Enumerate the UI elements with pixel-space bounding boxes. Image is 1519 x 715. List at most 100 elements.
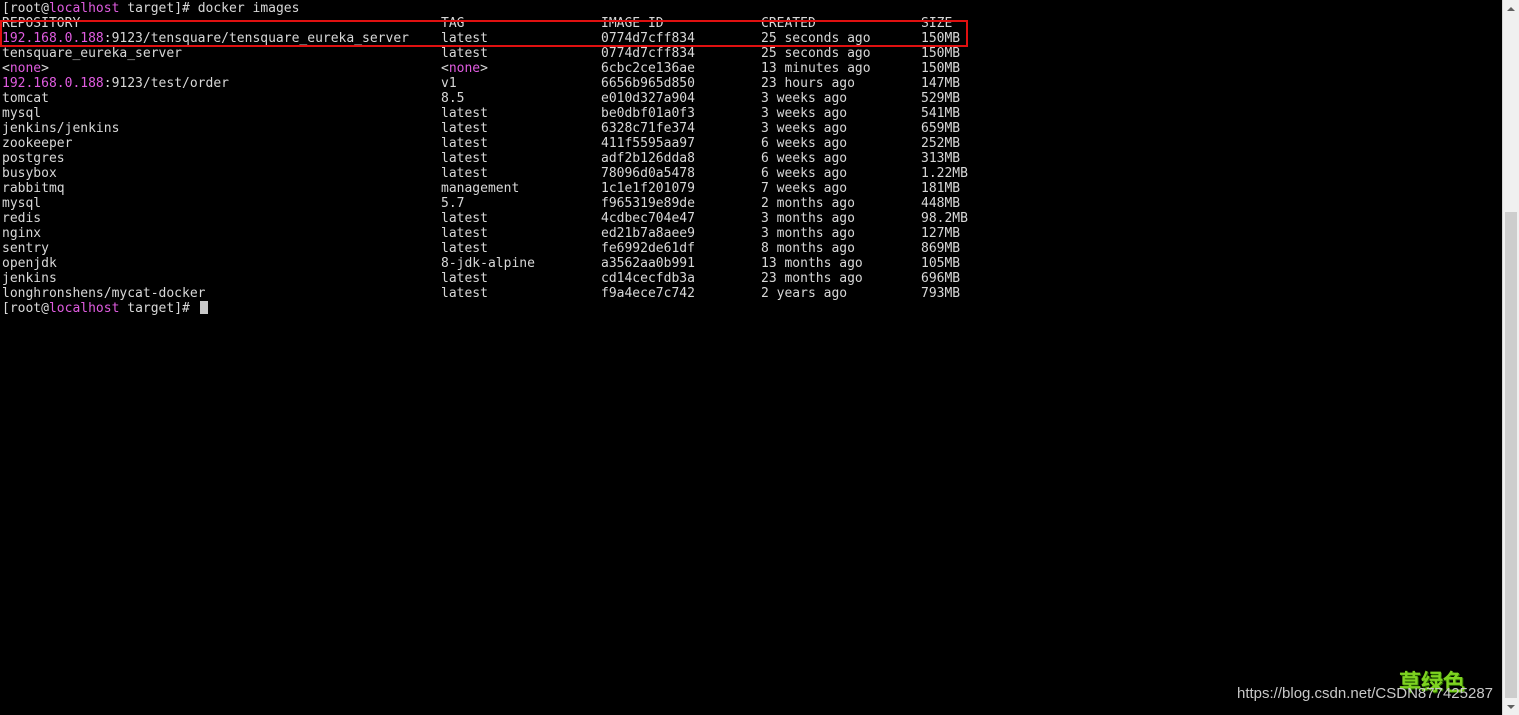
- size-cell: 529MB: [921, 91, 961, 106]
- size-cell: 147MB: [921, 76, 961, 91]
- table-row: mysql 5.7 f965319e89de 2 months ago 448M…: [2, 196, 960, 211]
- angle-close: >: [41, 61, 49, 76]
- tag-cell: latest: [441, 106, 488, 121]
- created-cell: 6 weeks ago: [761, 151, 848, 166]
- repository-cell: sentry: [2, 241, 49, 256]
- repository-path: openjdk: [2, 256, 57, 271]
- table-row: jenkins/jenkins latest 6328c71fe374 3 we…: [2, 121, 960, 136]
- size-cell: 150MB: [921, 46, 961, 61]
- tag-cell: latest: [441, 226, 488, 241]
- table-row: jenkins latest cd14cecfdb3a 23 months ag…: [2, 271, 960, 286]
- prompt-user: [root@: [2, 1, 49, 16]
- created-cell: 13 months ago: [761, 256, 863, 271]
- prompt-host: localhost: [48, 1, 120, 16]
- prompt-host: localhost: [48, 301, 120, 316]
- image-id-cell: 1c1e1f201079: [601, 181, 695, 196]
- created-cell: 25 seconds ago: [761, 46, 871, 61]
- size-cell: 541MB: [921, 106, 961, 121]
- tag-cell: 8-jdk-alpine: [441, 256, 535, 271]
- repository-path: tomcat: [2, 91, 49, 106]
- tag-cell: v1: [441, 76, 457, 91]
- repository-cell: busybox: [2, 166, 57, 181]
- table-row: postgres latest adf2b126dda8 6 weeks ago…: [2, 151, 960, 166]
- prompt-line[interactable]: [root@localhost target]#: [2, 301, 208, 316]
- table-row: busybox latest 78096d0a5478 6 weeks ago …: [2, 166, 968, 181]
- size-cell: 127MB: [921, 226, 961, 241]
- image-id-cell: adf2b126dda8: [601, 151, 695, 166]
- table-row: sentry latest fe6992de61df 8 months ago …: [2, 241, 960, 256]
- created-cell: 2 months ago: [761, 196, 855, 211]
- created-cell: 3 weeks ago: [761, 91, 848, 106]
- created-cell: 8 months ago: [761, 241, 855, 256]
- image-id-cell: fe6992de61df: [601, 241, 695, 256]
- size-cell: 448MB: [921, 196, 961, 211]
- tag-cell: 8.5: [441, 91, 465, 106]
- repository-cell: tensquare_eureka_server: [2, 46, 182, 61]
- text-cursor: [199, 301, 208, 314]
- size-cell: 98.2MB: [921, 211, 968, 226]
- size-cell: 313MB: [921, 151, 961, 166]
- repository-cell: redis: [2, 211, 41, 226]
- table-row: openjdk 8-jdk-alpine a3562aa0b991 13 mon…: [2, 256, 960, 271]
- repository-cell: rabbitmq: [2, 181, 65, 196]
- repository-cell: postgres: [2, 151, 65, 166]
- vertical-scrollbar[interactable]: [1502, 0, 1519, 715]
- created-cell: 7 weeks ago: [761, 181, 848, 196]
- tag-cell: latest: [441, 211, 488, 226]
- size-cell: 1.22MB: [921, 166, 968, 181]
- tag-cell: 5.7: [441, 196, 465, 211]
- repository-path: rabbitmq: [2, 181, 65, 196]
- scroll-thumb[interactable]: [1505, 212, 1517, 698]
- repository-path: sentry: [2, 241, 49, 256]
- image-id-cell: 6656b965d850: [601, 76, 695, 91]
- repository-path: mysql: [2, 106, 42, 121]
- image-id-cell: f965319e89de: [601, 196, 695, 211]
- repository-path: jenkins: [2, 271, 57, 286]
- size-cell: 252MB: [921, 136, 961, 151]
- repository-cell: 192.168.0.188:9123/test/order: [2, 76, 229, 91]
- created-cell: 2 years ago: [761, 286, 848, 301]
- arrow-down-icon: [1507, 704, 1515, 709]
- repository-cell: zookeeper: [2, 136, 72, 151]
- size-cell: 181MB: [921, 181, 961, 196]
- scroll-down-button[interactable]: [1503, 698, 1519, 715]
- image-id-cell: f9a4ece7c742: [601, 286, 695, 301]
- highlight-box: [0, 20, 968, 47]
- angle-open: <: [441, 61, 449, 76]
- image-id-cell: be0dbf01a0f3: [601, 106, 695, 121]
- image-id-cell: 411f5595aa97: [601, 136, 695, 151]
- tag-cell: latest: [441, 136, 488, 151]
- image-id-cell: ed21b7a8aee9: [601, 226, 695, 241]
- angle-close: >: [480, 61, 488, 76]
- tag-cell: <none>: [441, 61, 488, 76]
- watermark-url: https://blog.csdn.net/CSDN877425287: [1237, 685, 1494, 702]
- table-row: 192.168.0.188:9123/test/order v1 6656b96…: [2, 76, 960, 91]
- repository-cell: nginx: [2, 226, 41, 241]
- size-cell: 105MB: [921, 256, 961, 271]
- table-row: mysql latest be0dbf01a0f3 3 weeks ago 54…: [2, 106, 960, 121]
- table-row: rabbitmq management 1c1e1f201079 7 weeks…: [2, 181, 960, 196]
- tag-none: none: [448, 61, 481, 76]
- image-id-cell: 4cdbec704e47: [601, 211, 695, 226]
- tag-cell: latest: [441, 121, 488, 136]
- image-id-cell: cd14cecfdb3a: [601, 271, 695, 286]
- repository-path: redis: [2, 211, 42, 226]
- repository-cell: longhronshens/mycat-docker: [2, 286, 206, 301]
- scroll-up-button[interactable]: [1503, 0, 1519, 17]
- size-cell: 869MB: [921, 241, 961, 256]
- prompt-user: [root@: [2, 301, 49, 316]
- created-cell: 23 hours ago: [761, 76, 855, 91]
- repository-cell: mysql: [2, 106, 41, 121]
- prompt-rest: target]#: [119, 301, 198, 316]
- tag-cell: latest: [441, 151, 488, 166]
- terminal-window[interactable]: [root@localhost target]# docker images R…: [0, 0, 1502, 715]
- image-id-cell: e010d327a904: [601, 91, 695, 106]
- image-id-cell: a3562aa0b991: [601, 256, 695, 271]
- table-row: longhronshens/mycat-docker latest f9a4ec…: [2, 286, 960, 301]
- image-id-cell: 78096d0a5478: [601, 166, 695, 181]
- repository-cell: mysql: [2, 196, 41, 211]
- tag-cell: latest: [441, 286, 488, 301]
- table-row: <none> <none> 6cbc2ce136ae 13 minutes ag…: [2, 61, 960, 76]
- repository-cell: tomcat: [2, 91, 49, 106]
- repository-cell: openjdk: [2, 256, 57, 271]
